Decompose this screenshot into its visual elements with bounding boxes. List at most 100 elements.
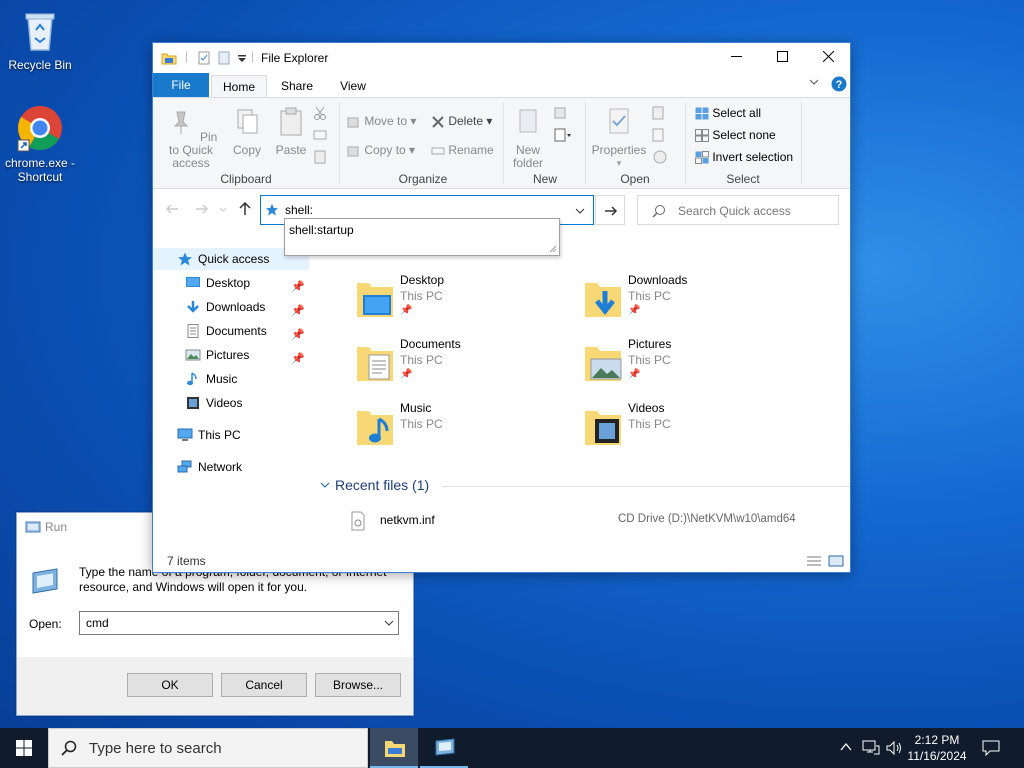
item-count: 7 items [167,554,206,568]
downloads-folder-icon [585,283,621,317]
autocomplete-item[interactable]: shell:startup [289,223,354,237]
paste-shortcut-icon[interactable] [313,150,327,164]
pin-icon[interactable]: 📌 [291,300,305,322]
tab-home[interactable]: Home [211,75,267,97]
new-item-icon[interactable] [553,106,569,120]
history-icon[interactable] [651,148,667,164]
clock-time: 2:12 PM [914,733,960,747]
folder-tile-videos[interactable]: Videos This PC [538,401,758,459]
folder-name: Downloads [628,273,688,287]
cut-icon[interactable] [313,106,327,120]
nav-item-pictures[interactable]: Pictures 📌 [153,344,309,366]
copy-to-button[interactable]: Copy to ▾ [347,143,415,157]
paste-label: Paste [275,143,307,157]
forward-arrow-icon[interactable] [195,203,209,215]
desktop-icon-recycle-bin[interactable]: Recycle Bin [0,6,80,72]
recent-file-row[interactable]: netkvm.inf CD Drive (D:)\NetKVM\w10\amd6… [340,509,840,531]
go-button[interactable] [595,195,625,225]
nav-item-downloads[interactable]: Downloads 📌 [153,296,309,318]
folder-tile-documents[interactable]: Documents This PC 📌 [310,337,530,395]
nav-item-this-pc[interactable]: This PC [153,424,309,446]
chevron-up-icon[interactable] [840,742,852,752]
select-none-button[interactable]: Select none [695,128,776,143]
start-button[interactable] [0,728,48,768]
paste-button[interactable]: Paste [271,106,311,157]
nav-item-network[interactable]: Network [153,456,309,478]
network-icon[interactable] [862,740,880,756]
properties-dropdown-icon[interactable]: ▾ [589,157,649,170]
up-arrow-icon[interactable] [239,202,251,216]
new-folder-icon[interactable] [217,51,231,65]
pin-icon[interactable]: 📌 [291,276,305,298]
close-button[interactable] [805,43,851,73]
taskbar-clock[interactable]: 2:12 PM 11/16/2024 [904,732,970,764]
taskbar-search-box[interactable]: Type here to search [48,728,368,768]
rename-button[interactable]: Rename [431,143,494,157]
folder-name: Videos [628,401,665,415]
back-arrow-icon[interactable] [165,203,179,215]
notification-icon[interactable] [982,740,1000,756]
pin-to-quick-access-button[interactable]: Pin to Quick access [159,106,223,170]
windows-logo-icon [16,740,32,756]
navigation-pane: Quick access Desktop 📌 Downloads 📌 Docum… [153,243,309,543]
chevron-down-icon[interactable] [809,79,819,87]
run-open-combobox[interactable]: cmd [79,611,399,635]
tab-share[interactable]: Share [271,75,323,97]
details-view-icon[interactable] [806,555,822,567]
properties-icon[interactable] [197,51,211,65]
browse-button[interactable]: Browse... [315,673,401,697]
maximize-button[interactable] [759,43,805,73]
nav-item-music[interactable]: Music [153,368,309,390]
folder-tile-downloads[interactable]: Downloads This PC 📌 [538,273,758,331]
folder-tile-pictures[interactable]: Pictures This PC 📌 [538,337,758,395]
address-input[interactable]: shell: [285,203,313,217]
new-folder-button[interactable]: New folder [507,106,549,170]
taskbar-file-explorer[interactable] [370,728,418,768]
recent-files-header[interactable]: Recent files (1) [318,477,850,497]
pin-icon[interactable]: 📌 [291,348,305,370]
chevron-down-icon[interactable] [575,208,585,214]
easy-access-icon[interactable] [553,128,573,142]
ok-button[interactable]: OK [127,673,213,697]
ribbon-separator [339,102,340,184]
select-all-button[interactable]: Select all [695,106,761,120]
run-open-input[interactable]: cmd [86,616,109,630]
search-box[interactable]: Search Quick access [637,195,839,225]
invert-selection-button[interactable]: Invert selection [695,150,793,165]
pin-icon[interactable]: 📌 [291,324,305,346]
minimize-button[interactable] [713,43,759,73]
select-all-label: Select all [712,106,762,120]
taskbar-run[interactable] [420,728,468,768]
nav-item-desktop[interactable]: Desktop 📌 [153,272,309,294]
edit-icon[interactable] [651,128,667,142]
open-icon[interactable] [651,106,667,120]
copy-button[interactable]: Copy [227,106,267,157]
new-group-label: New [532,172,557,186]
nav-item-videos[interactable]: Videos [153,392,309,414]
select-all-icon [695,107,709,120]
large-icons-view-icon[interactable] [828,555,844,567]
run-button-bar: OK Cancel Browse... [17,657,413,715]
move-to-button[interactable]: Move to ▾ [347,114,416,128]
desktop-icon-chrome[interactable]: chrome.exe - Shortcut [0,104,80,184]
volume-icon[interactable] [886,740,904,756]
nav-item-documents[interactable]: Documents 📌 [153,320,309,342]
move-to-icon [347,117,359,128]
folder-tile-music[interactable]: Music This PC [310,401,530,459]
delete-button[interactable]: Delete ▾ [431,114,492,128]
folder-tile-desktop[interactable]: Desktop This PC 📌 [310,273,530,331]
cancel-button[interactable]: Cancel [221,673,307,697]
run-app-icon [32,568,58,594]
chevron-down-icon[interactable] [384,620,394,626]
customize-qat-icon[interactable] [237,55,247,63]
recent-locations-icon[interactable] [219,207,227,213]
chrome-icon [16,104,64,152]
properties-button[interactable]: Properties ▾ [589,106,649,170]
resize-grip-icon[interactable] [549,245,557,253]
tab-file[interactable]: File [153,73,209,97]
copy-path-icon[interactable] [313,128,327,142]
help-icon[interactable]: ? [831,76,847,92]
copy-icon [237,109,258,134]
tab-view[interactable]: View [327,75,379,97]
explorer-titlebar[interactable]: | | File Explorer [153,43,850,73]
